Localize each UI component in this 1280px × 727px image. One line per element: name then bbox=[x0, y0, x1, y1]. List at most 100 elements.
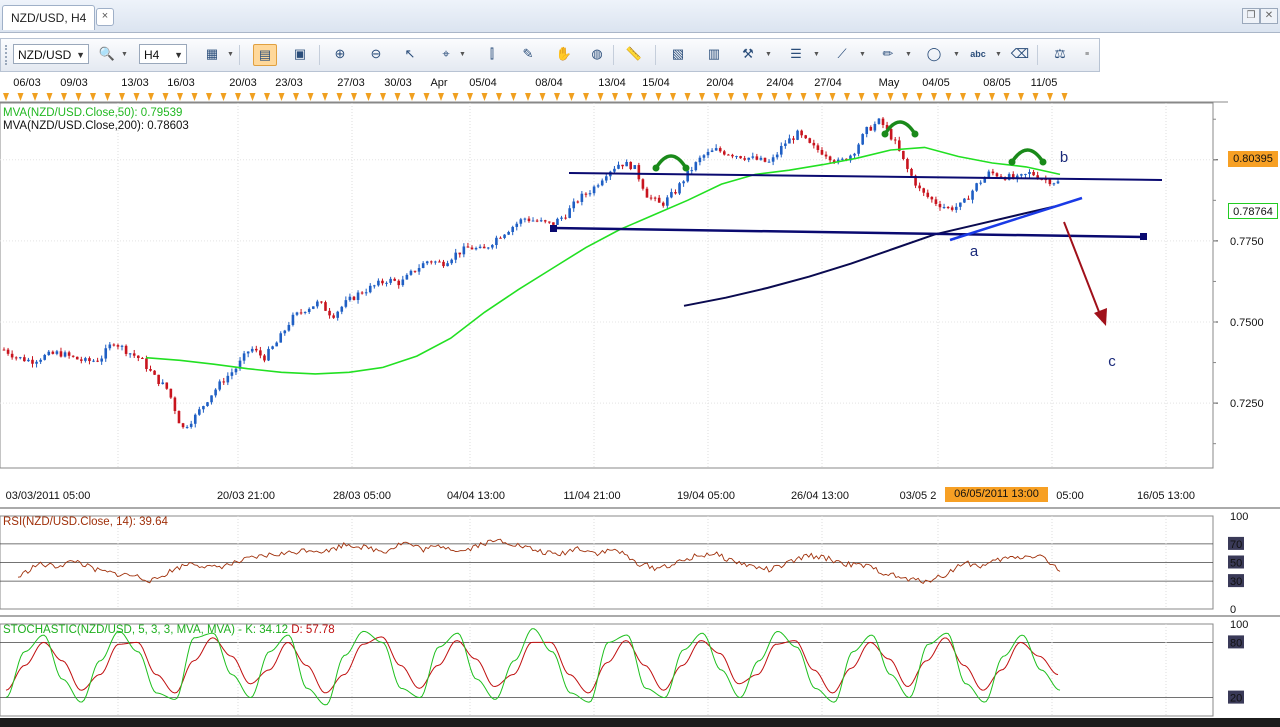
price-axis: 0.80000.77500.75000.7250 bbox=[1213, 118, 1264, 445]
candle-body bbox=[507, 231, 510, 235]
candle-body bbox=[421, 263, 425, 269]
candle-body bbox=[690, 170, 694, 172]
top-date-label: 13/04 bbox=[598, 77, 626, 89]
pattern-arc-end bbox=[1008, 158, 1016, 166]
candle-body bbox=[670, 192, 673, 198]
candle-body bbox=[694, 162, 698, 171]
candle-body bbox=[816, 145, 820, 150]
candle-body bbox=[556, 218, 559, 225]
candle-body bbox=[23, 357, 26, 362]
chart-area[interactable]: 06/03 09/03 13/03 16/03 20/03 23/03 27/03 30/03… bbox=[0, 0, 1280, 718]
candle-body bbox=[584, 193, 588, 195]
pattern-arc-end bbox=[1039, 158, 1047, 166]
candle-body bbox=[75, 356, 79, 360]
candle-body bbox=[841, 158, 844, 160]
candle-body bbox=[552, 222, 555, 225]
candle-body bbox=[893, 139, 897, 141]
candle-body bbox=[393, 278, 396, 281]
candle-body bbox=[808, 138, 812, 143]
candle-body bbox=[596, 185, 600, 187]
candle-body bbox=[1056, 181, 1060, 184]
candle-body bbox=[820, 149, 824, 155]
candle-body bbox=[767, 161, 771, 163]
candle-body bbox=[299, 312, 303, 314]
candle-body bbox=[930, 196, 934, 200]
candle-body bbox=[157, 374, 160, 384]
candle-body bbox=[226, 375, 230, 383]
pattern-arc-end bbox=[911, 130, 919, 138]
candle-body bbox=[96, 360, 99, 362]
candle-body bbox=[1024, 173, 1027, 175]
candle-body bbox=[918, 185, 921, 189]
rsi-pane: 100 70 50 30 0 bbox=[0, 511, 1280, 617]
price-tick-label: 0.7750 bbox=[1230, 236, 1264, 248]
candle-body bbox=[771, 157, 775, 162]
candle-body bbox=[368, 285, 372, 293]
candle-body bbox=[295, 312, 299, 315]
candle-body bbox=[641, 179, 645, 189]
candle-body bbox=[979, 182, 982, 184]
candle-body bbox=[857, 144, 860, 154]
candle-body bbox=[181, 423, 185, 428]
candle-body bbox=[796, 130, 799, 140]
candle-body bbox=[613, 168, 616, 172]
candle-body bbox=[324, 302, 327, 311]
candle-body bbox=[462, 246, 466, 255]
candle-body bbox=[198, 409, 201, 415]
candle-body bbox=[446, 263, 449, 267]
top-date-label: May bbox=[879, 77, 900, 89]
candle-body bbox=[482, 246, 486, 249]
wave-label: a bbox=[970, 243, 979, 260]
candle-body bbox=[385, 282, 388, 284]
candle-body bbox=[112, 344, 116, 346]
stoch-frame bbox=[0, 623, 1214, 717]
ma50-legend: MVA(NZD/USD.Close,50): 0.79539 bbox=[3, 107, 183, 119]
candle-body bbox=[828, 156, 832, 161]
wave-label: c bbox=[1108, 353, 1116, 370]
candle-body bbox=[698, 157, 702, 163]
candle-body bbox=[177, 410, 181, 424]
candle-body bbox=[442, 261, 445, 267]
taskbar bbox=[0, 718, 1280, 727]
candle-body bbox=[926, 192, 930, 197]
candle-body bbox=[657, 197, 661, 203]
top-date-label: 11/05 bbox=[1031, 77, 1058, 89]
candle-body bbox=[429, 261, 433, 263]
candle-body bbox=[474, 248, 478, 250]
time-label: 04/04 13:00 bbox=[447, 490, 505, 502]
candle-body bbox=[478, 246, 482, 249]
candle-body bbox=[511, 226, 514, 232]
candle-body bbox=[527, 218, 531, 222]
top-date-label: 20/04 bbox=[706, 77, 734, 89]
candle-body bbox=[275, 342, 278, 347]
candle-body bbox=[100, 358, 103, 362]
candle-body bbox=[377, 280, 380, 286]
candle-body bbox=[710, 150, 714, 152]
candle-body bbox=[535, 220, 539, 222]
stoch-d-value: D: 57.78 bbox=[291, 624, 335, 636]
candle-body bbox=[340, 306, 344, 312]
candle-body bbox=[80, 359, 83, 361]
candle-body bbox=[458, 252, 462, 255]
candle-body bbox=[271, 346, 274, 349]
candle-body bbox=[59, 351, 63, 357]
candle-body bbox=[600, 180, 604, 186]
candle-body bbox=[775, 154, 779, 158]
candle-body bbox=[88, 358, 91, 362]
stoch-tick-label: 100 bbox=[1230, 619, 1248, 631]
rsi-tick-label: 100 bbox=[1230, 511, 1248, 523]
candle-body bbox=[942, 207, 946, 209]
candle-body bbox=[108, 344, 112, 349]
candle-body bbox=[1028, 171, 1031, 174]
rsi-tick-label: 70 bbox=[1230, 539, 1242, 551]
candle-body bbox=[580, 193, 584, 202]
candle-body bbox=[165, 382, 169, 389]
candle-body bbox=[63, 352, 67, 357]
candle-body bbox=[55, 351, 59, 354]
main-frame bbox=[0, 102, 1214, 469]
candle-body bbox=[539, 220, 543, 222]
candle-body bbox=[67, 352, 71, 356]
candle-body bbox=[267, 348, 270, 361]
candle-body bbox=[560, 217, 563, 219]
candle-body bbox=[519, 219, 523, 224]
